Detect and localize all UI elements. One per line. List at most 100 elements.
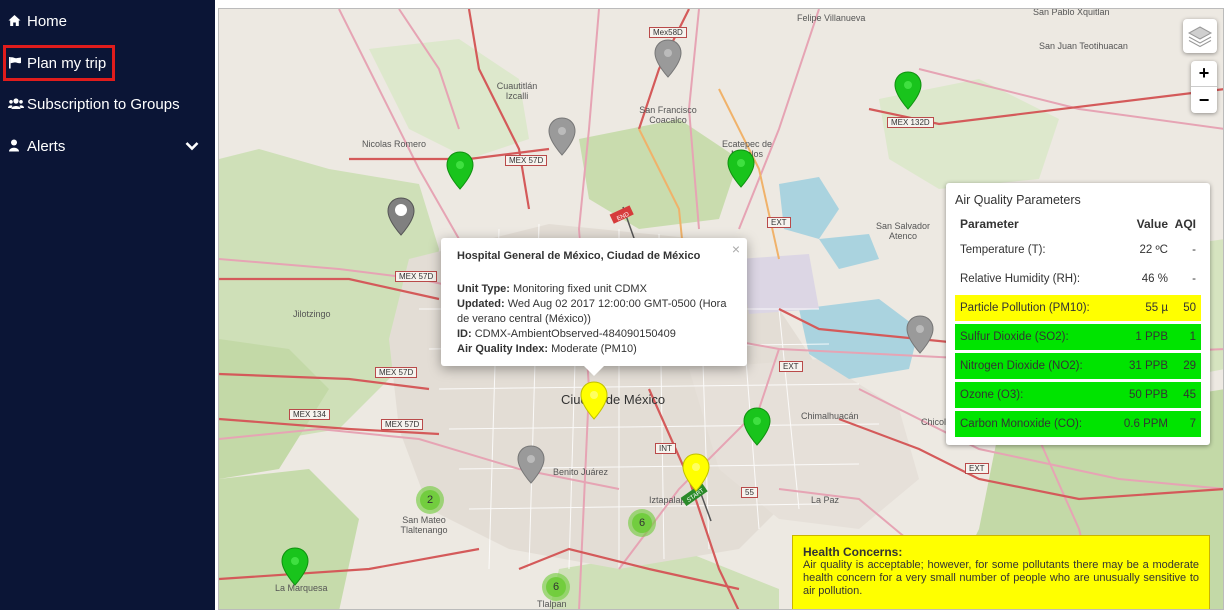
cell-parameter: Nitrogen Dioxide (NO2): <box>960 360 1083 372</box>
cell-parameter: Carbon Monoxide (CO): <box>960 418 1083 430</box>
marker-gray[interactable] <box>653 39 683 79</box>
marker-gray[interactable] <box>905 315 935 355</box>
cell-aqi: - <box>1192 244 1196 256</box>
map-view[interactable]: Felipe Villanueva San Pablo Xquitlan San… <box>218 8 1224 610</box>
place-label: Cuautitlán Izcalli <box>496 81 538 101</box>
cell-value: 22 ºC <box>1139 244 1169 256</box>
place-label: Chimalhuacán <box>801 411 859 421</box>
road-shield: MEX 57D <box>505 155 548 166</box>
marker-green[interactable] <box>742 407 772 447</box>
place-label: Benito Juárez <box>553 467 609 477</box>
road-shield: INT <box>655 443 676 454</box>
road-shield: MEX 57D <box>381 419 424 430</box>
marker-cluster[interactable]: 6 <box>542 573 570 601</box>
health-text: Air quality is acceptable; however, for … <box>803 559 1199 597</box>
popup-title: Hospital General de México, Ciudad de Mé… <box>457 250 701 262</box>
table-header: Parameter Value AQI <box>955 214 1201 234</box>
sidebar-item-plan-my-trip[interactable]: Plan my trip <box>2 45 116 81</box>
zoom-control: + − <box>1191 61 1217 113</box>
cell-aqi: 29 <box>1183 360 1196 372</box>
table-row: Sulfur Dioxide (SO2): 1 PPB 1 <box>955 324 1201 350</box>
station-popup: × Hospital General de México, Ciudad de … <box>441 238 747 376</box>
road-shield: 55 <box>741 487 758 498</box>
marker-green[interactable] <box>726 149 756 189</box>
table-body: Temperature (T): 22 ºC - Relative Humidity … <box>955 237 1201 437</box>
flag-icon <box>8 56 23 70</box>
cell-value: 55 µ <box>1145 302 1168 314</box>
table-row: Relative Humidity (RH): 46 % - <box>955 266 1201 292</box>
road-shield: MEX 57D <box>375 367 418 378</box>
place-label: Jilotzingo <box>293 309 331 319</box>
header-aqi: AQI <box>1174 217 1196 231</box>
marker-green[interactable] <box>893 71 923 111</box>
cell-parameter: Ozone (O3): <box>960 389 1024 401</box>
cell-value: 0.6 PPM <box>1123 418 1168 430</box>
header-parameter: Parameter <box>960 217 1019 231</box>
cell-value: 31 PPB <box>1129 360 1168 372</box>
marker-gray[interactable] <box>516 445 546 485</box>
zoom-in-button[interactable]: + <box>1191 61 1217 87</box>
cell-aqi: 50 <box>1183 302 1196 314</box>
popup-tip <box>584 366 604 376</box>
cell-parameter: Particle Pollution (PM10): <box>960 302 1090 314</box>
sidebar-item-home[interactable]: Home <box>8 8 67 34</box>
cluster-count: 6 <box>632 513 652 533</box>
marker-green[interactable] <box>280 547 310 587</box>
cell-aqi: 1 <box>1189 331 1196 343</box>
cell-value: 46 % <box>1141 273 1168 285</box>
marker-gray[interactable] <box>547 117 577 157</box>
marker-cluster[interactable]: 2 <box>416 486 444 514</box>
popup-close-button[interactable]: × <box>732 241 740 257</box>
marker-cluster[interactable]: 6 <box>628 509 656 537</box>
road-shield: Mex58D <box>649 27 687 38</box>
home-icon <box>8 14 23 28</box>
place-label: Nicolas Romero <box>362 139 427 149</box>
zoom-out-button[interactable]: − <box>1191 87 1217 113</box>
sidebar-item-subscription-groups[interactable]: Subscription to Groups <box>8 91 180 117</box>
marker-yellow-active[interactable] <box>579 381 609 421</box>
layers-button[interactable] <box>1183 19 1217 53</box>
place-label-city: Ciudad de México <box>561 392 666 407</box>
marker-yellow[interactable] <box>681 453 711 493</box>
sidebar-item-label: Subscription to Groups <box>27 95 180 113</box>
cell-aqi: 7 <box>1189 418 1196 430</box>
popup-aqi: Air Quality Index: Moderate (PM10) <box>457 343 637 355</box>
cell-aqi: 45 <box>1183 389 1196 401</box>
health-title: Health Concerns: <box>803 545 903 559</box>
place-label: San Salvador Atenco <box>875 221 931 241</box>
cell-aqi: - <box>1192 273 1196 285</box>
marker-green[interactable] <box>445 151 475 191</box>
marker-gray-selected[interactable] <box>386 197 416 237</box>
road-shield: EXT <box>767 217 791 228</box>
place-label: San Juan Teotihuacan <box>1039 41 1128 51</box>
panel-title: Air Quality Parameters <box>955 193 1081 207</box>
cell-parameter: Temperature (T): <box>960 244 1046 256</box>
road-shield: MEX 57D <box>395 271 438 282</box>
cell-value: 1 PPB <box>1135 331 1168 343</box>
sidebar-item-label: Plan my trip <box>27 54 107 72</box>
route-end-flag: END <box>609 205 636 242</box>
users-icon <box>8 97 24 111</box>
popup-id: ID: CDMX-AmbientObserved-484090150409 <box>457 328 676 340</box>
place-label: San Mateo Tlaltenango <box>400 515 448 535</box>
road-shield: MEX 132D <box>887 117 934 128</box>
table-row: Ozone (O3): 50 PPB 45 <box>955 382 1201 408</box>
table-row: Temperature (T): 22 ºC - <box>955 237 1201 263</box>
sidebar-item-alerts[interactable]: Alerts <box>8 133 207 159</box>
chevron-down-icon[interactable] <box>185 139 199 153</box>
popup-updated: Updated: Wed Aug 02 2017 12:00:00 GMT-05… <box>457 298 727 325</box>
user-icon <box>8 139 23 153</box>
sidebar-item-label: Alerts <box>27 137 66 155</box>
place-label: Felipe Villanueva <box>797 13 866 23</box>
place-label: San Francisco Coacalco <box>639 105 697 125</box>
popup-unit-type: Unit Type: Monitoring fixed unit CDMX <box>457 283 647 295</box>
sidebar: Home Plan my trip Subscription to Groups… <box>0 0 215 610</box>
cluster-count: 2 <box>420 490 440 510</box>
cell-value: 50 PPB <box>1129 389 1168 401</box>
table-row: Particle Pollution (PM10): 55 µ 50 <box>955 295 1201 321</box>
cell-parameter: Sulfur Dioxide (SO2): <box>960 331 1069 343</box>
layers-icon <box>1187 26 1213 48</box>
air-quality-panel: Air Quality Parameters Parameter Value A… <box>946 183 1210 445</box>
cluster-count: 6 <box>546 577 566 597</box>
cell-parameter: Relative Humidity (RH): <box>960 273 1081 285</box>
